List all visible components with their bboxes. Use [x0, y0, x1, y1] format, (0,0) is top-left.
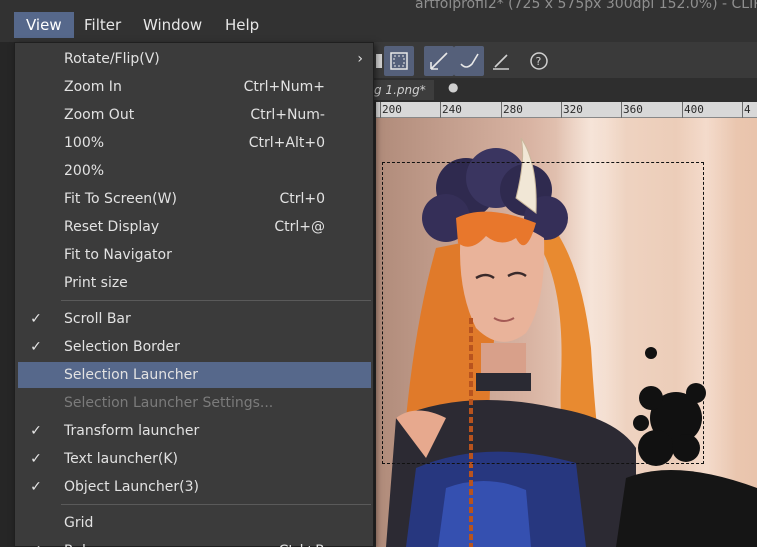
ruler-tick [682, 102, 683, 118]
ruler-label: 4 [744, 103, 751, 116]
ruler-label: 400 [684, 103, 704, 116]
menu-item-transform-launcher[interactable]: ✓ Transform launcher [18, 418, 371, 444]
menu-item-label: Zoom Out [64, 107, 135, 123]
selection-border-icon[interactable] [384, 46, 414, 76]
left-panel-edge [0, 42, 14, 547]
menu-item-selection-border[interactable]: ✓ Selection Border [18, 334, 371, 360]
menu-item-selection-launcher[interactable]: Selection Launcher [18, 362, 371, 388]
menu-item-200-percent[interactable]: 200% [18, 158, 371, 184]
check-icon: ✓ [30, 339, 42, 355]
menu-item-ruler[interactable]: ✓ Ruler Ctrl+R [18, 538, 371, 547]
menu-item-label: Scroll Bar [64, 311, 131, 327]
menu-window[interactable]: Window [131, 12, 214, 38]
correction-pen-icon[interactable] [424, 46, 454, 76]
ruler-tick [440, 102, 441, 118]
ruler-label: 240 [442, 103, 462, 116]
menu-item-label: Zoom In [64, 79, 122, 95]
check-icon: ✓ [30, 311, 42, 327]
menu-item-label: Object Launcher(3) [64, 479, 199, 495]
check-icon: ✓ [30, 451, 42, 467]
menu-item-shortcut: Ctrl+Num+ [243, 79, 325, 95]
menu-item-zoom-out[interactable]: Zoom Out Ctrl+Num- [18, 102, 371, 128]
menu-filter[interactable]: Filter [72, 12, 133, 38]
menu-item-shortcut: Ctrl+Alt+0 [248, 135, 325, 151]
tab-modified-dot: ● [448, 80, 459, 94]
menu-item-label: Selection Border [64, 339, 180, 355]
menu-item-label: Fit to Navigator [64, 247, 172, 263]
ruler-label: 200 [382, 103, 402, 116]
check-icon: ✓ [30, 423, 42, 439]
ruler-tick [501, 102, 502, 118]
menu-item-label: Reset Display [64, 219, 160, 235]
submenu-arrow-icon: › [357, 51, 363, 67]
menu-view[interactable]: View [14, 12, 74, 38]
window-title: artfolprofil2* (725 x 575px 300dpi 152.0… [415, 0, 757, 12]
menu-item-label: Grid [64, 515, 94, 531]
menu-item-label: Transform launcher [64, 423, 200, 439]
menu-item-grid[interactable]: Grid [18, 510, 371, 536]
menu-item-100-percent[interactable]: 100% Ctrl+Alt+0 [18, 130, 371, 156]
menu-item-print-size[interactable]: Print size [18, 270, 371, 296]
menu-item-selection-launcher-settings: Selection Launcher Settings... [18, 390, 371, 416]
ruler-tick [561, 102, 562, 118]
ruler-tick [621, 102, 622, 118]
menu-item-label: Selection Launcher Settings... [64, 395, 274, 411]
menu-help[interactable]: Help [213, 12, 271, 38]
ruler-tick [742, 102, 743, 118]
vector-eraser-icon[interactable] [454, 46, 484, 76]
check-icon: ✓ [28, 538, 44, 547]
view-menu-dropdown: Rotate/Flip(V) › Zoom In Ctrl+Num+ Zoom … [14, 42, 374, 547]
horizontal-ruler: 200 240 280 320 360 400 4 [376, 102, 757, 118]
ruler-label: 280 [503, 103, 523, 116]
menu-item-object-launcher[interactable]: ✓ Object Launcher(3) [18, 474, 371, 500]
command-bar: ? [372, 42, 757, 78]
svg-text:?: ? [536, 55, 542, 68]
menu-item-label: Fit To Screen(W) [64, 191, 177, 207]
help-icon[interactable]: ? [524, 46, 554, 76]
menu-item-label: 100% [64, 135, 105, 151]
menu-item-scroll-bar[interactable]: ✓ Scroll Bar [18, 306, 371, 332]
menu-item-fit-to-navigator[interactable]: Fit to Navigator [18, 242, 371, 268]
menu-item-label: Selection Launcher [64, 367, 199, 383]
menu-item-fit-to-screen[interactable]: Fit To Screen(W) Ctrl+0 [18, 186, 371, 212]
menu-separator [61, 300, 371, 301]
menu-item-label: Ruler [64, 538, 100, 547]
selection-marquee [382, 162, 704, 464]
menu-separator [61, 504, 371, 505]
menu-item-shortcut: Ctrl+Num- [250, 107, 325, 123]
menu-item-reset-display[interactable]: Reset Display Ctrl+@ [18, 214, 371, 240]
menu-bar: View Filter Window Help artfolprofil2* (… [0, 0, 757, 42]
ruler-label: 320 [563, 103, 583, 116]
drawing-canvas[interactable] [376, 118, 757, 547]
menu-item-label: Rotate/Flip(V) [64, 51, 160, 67]
menu-item-shortcut: Ctrl+R [279, 538, 325, 547]
menu-item-shortcut: Ctrl+@ [274, 219, 325, 235]
menu-item-text-launcher[interactable]: ✓ Text launcher(K) [18, 446, 371, 472]
ruler-pen-icon[interactable] [486, 46, 516, 76]
tab-active-document[interactable]: g 1.png* [366, 80, 434, 100]
menu-item-rotate-flip[interactable]: Rotate/Flip(V) › [18, 46, 371, 72]
menu-item-zoom-in[interactable]: Zoom In Ctrl+Num+ [18, 74, 371, 100]
check-icon: ✓ [30, 479, 42, 495]
menu-item-label: 200% [64, 163, 105, 179]
ruler-tick [380, 102, 381, 118]
menu-item-label: Text launcher(K) [64, 451, 179, 467]
menu-item-label: Print size [64, 275, 128, 291]
menu-item-shortcut: Ctrl+0 [279, 191, 325, 207]
ruler-label: 360 [623, 103, 643, 116]
